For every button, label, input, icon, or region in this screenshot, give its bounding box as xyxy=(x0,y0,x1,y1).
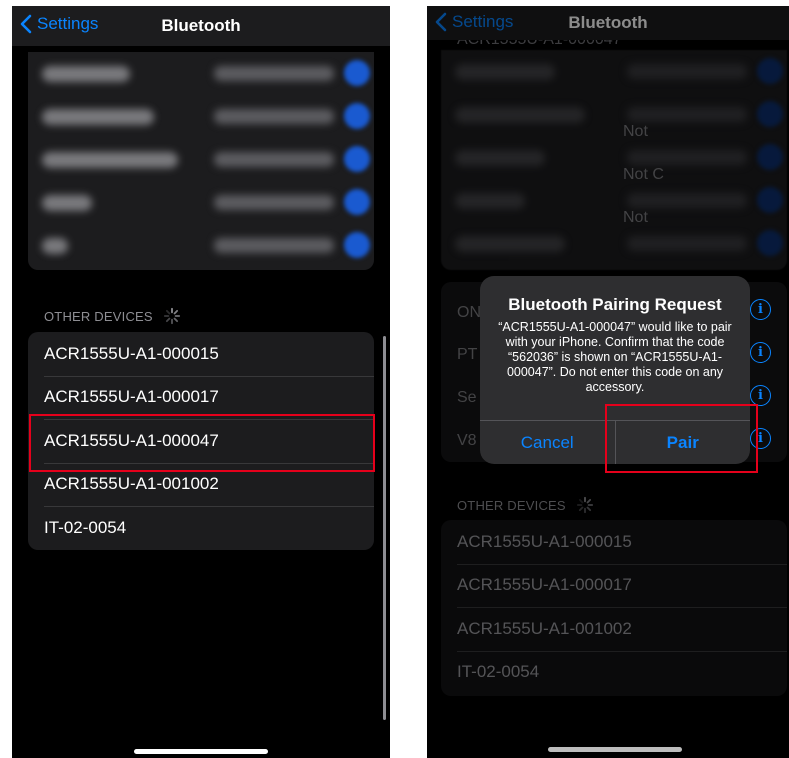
blurred-device-row[interactable] xyxy=(28,52,374,95)
info-icon[interactable] xyxy=(344,232,370,258)
blurred-device-row[interactable] xyxy=(28,224,374,267)
blurred-device-row[interactable] xyxy=(28,138,374,181)
device-row[interactable]: ACR1555U-A1-000015 xyxy=(28,332,374,376)
info-icon[interactable] xyxy=(344,103,370,129)
navigation-bar: Settings Bluetooth xyxy=(12,6,390,46)
alert-message: “ACR1555U-A1-000047” would like to pair … xyxy=(498,320,732,394)
info-icon[interactable]: i xyxy=(750,299,771,320)
page-title: Bluetooth xyxy=(161,16,241,35)
loading-spinner-icon xyxy=(163,307,180,325)
home-indicator[interactable] xyxy=(134,749,268,754)
highlight-box xyxy=(29,414,375,472)
info-icon[interactable] xyxy=(344,60,370,86)
bluetooth-settings-screen: Settings Bluetooth OTHER DEVICES ACR1555… xyxy=(12,6,390,758)
device-row[interactable]: ACR1555U-A1-000017 xyxy=(28,375,374,420)
highlight-box xyxy=(605,404,758,473)
cancel-button[interactable]: Cancel xyxy=(480,421,615,464)
info-icon[interactable]: i xyxy=(750,385,771,406)
other-devices-label: OTHER DEVICES xyxy=(44,308,153,324)
blurred-device-row[interactable] xyxy=(28,181,374,224)
bluetooth-pairing-screen: Settings Bluetooth ACR1555U-A1-000047 No… xyxy=(427,6,789,758)
device-row[interactable]: IT-02-0054 xyxy=(28,506,374,550)
my-devices-list xyxy=(28,52,374,270)
scrollbar[interactable] xyxy=(383,336,386,720)
info-icon[interactable]: i xyxy=(750,342,771,363)
other-devices-header: OTHER DEVICES xyxy=(44,307,181,325)
info-icon[interactable] xyxy=(344,189,370,215)
alert-title: Bluetooth Pairing Request xyxy=(508,295,722,314)
blurred-device-row[interactable] xyxy=(28,95,374,138)
home-indicator[interactable] xyxy=(548,747,682,752)
info-icon[interactable] xyxy=(344,146,370,172)
